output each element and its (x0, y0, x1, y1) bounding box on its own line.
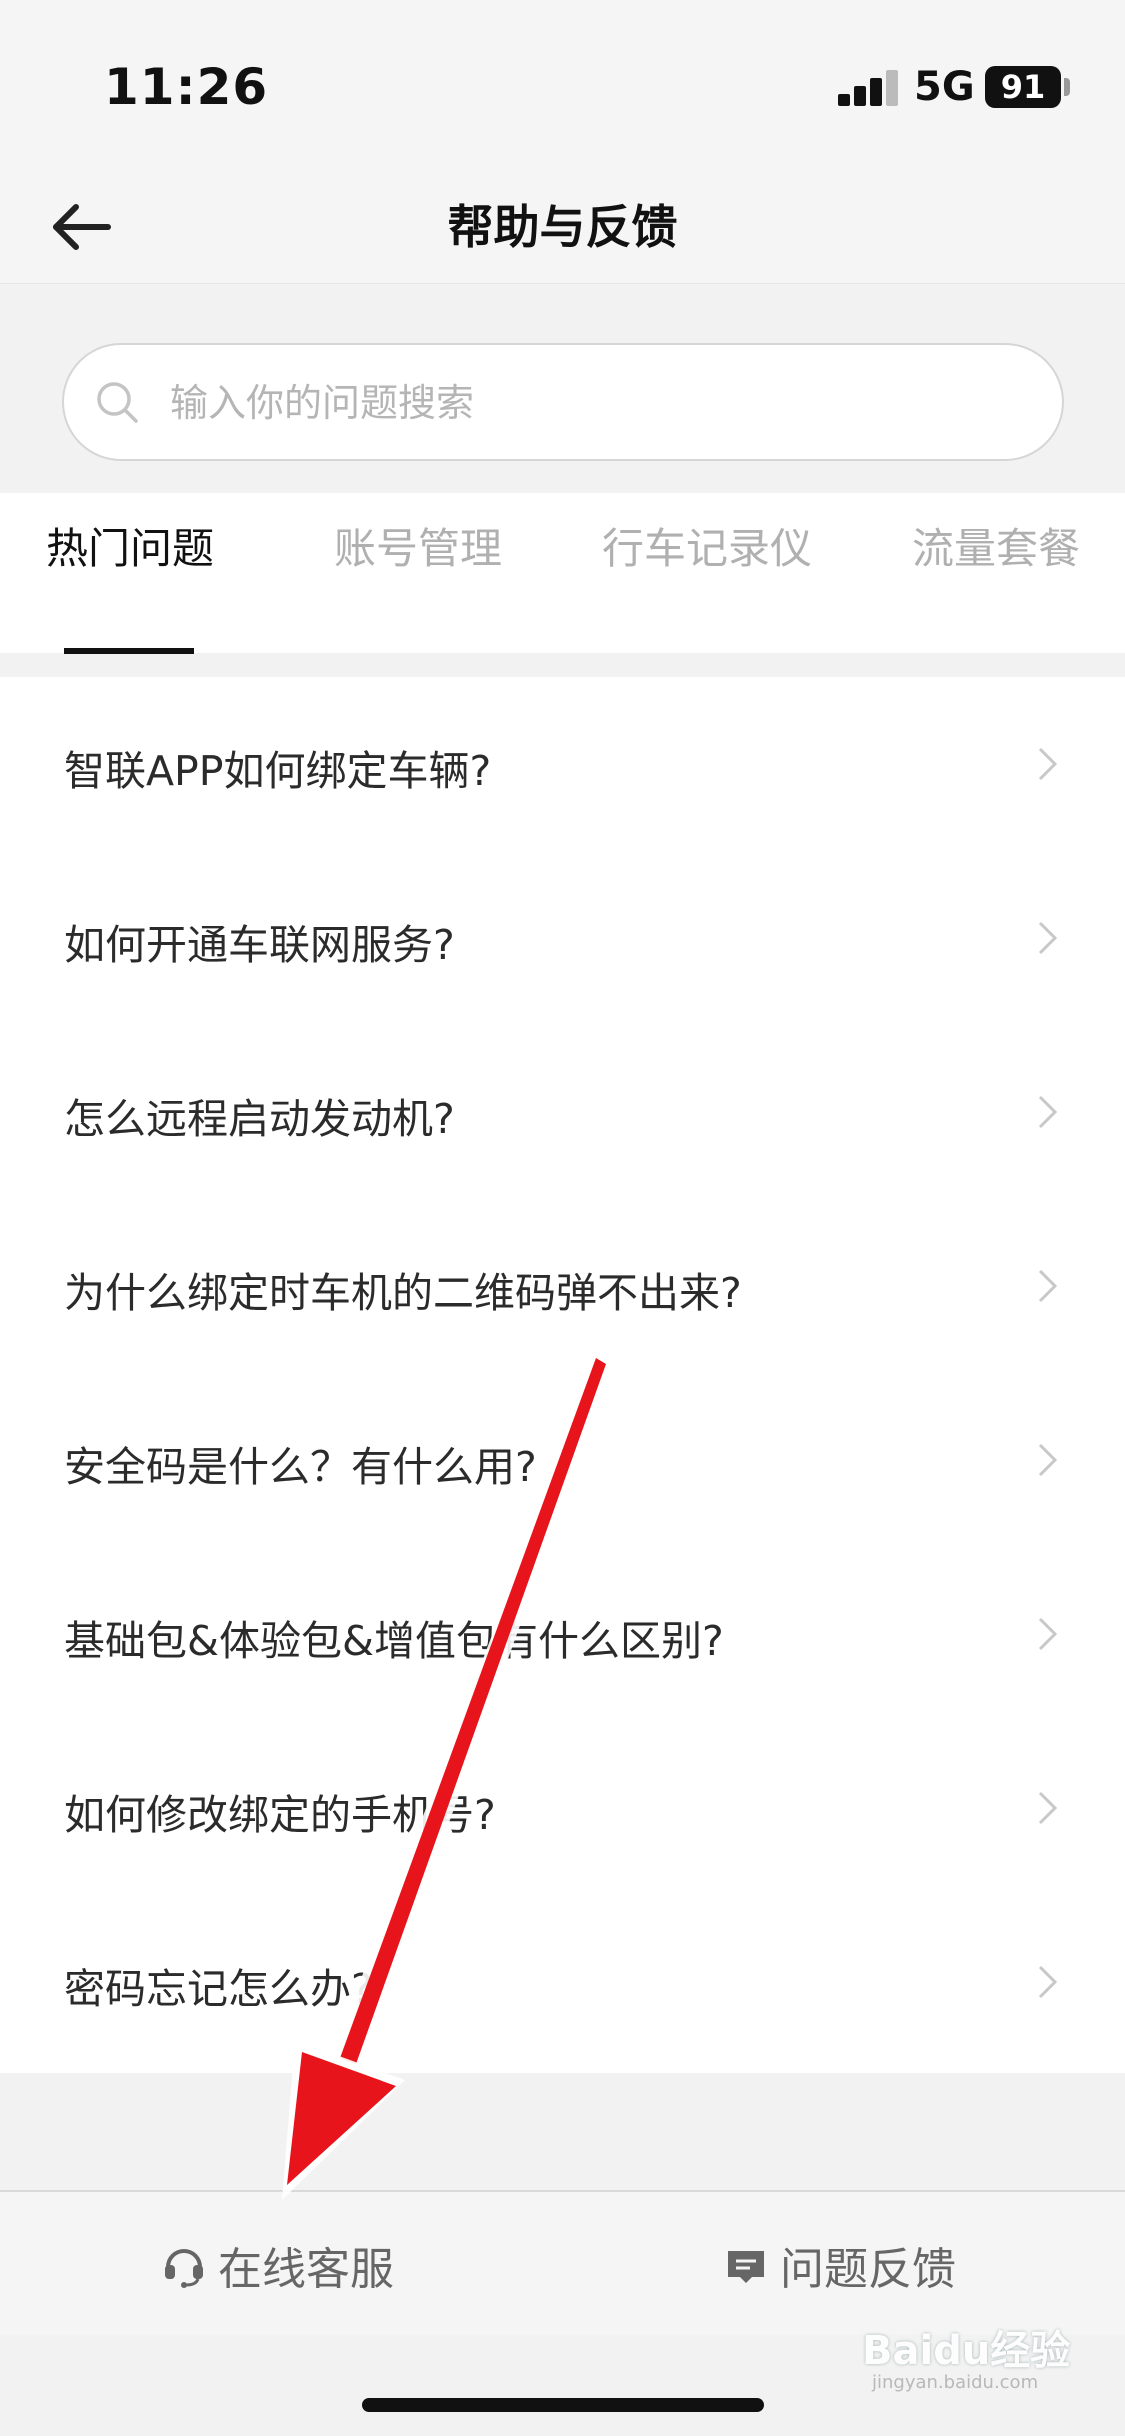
faq-item[interactable]: 为什么绑定时车机的二维码弹不出来? (0, 1199, 1125, 1373)
faq-question: 基础包&体验包&增值包有什么区别? (64, 1617, 724, 1665)
feedback-label: 问题反馈 (780, 2243, 956, 2295)
chevron-right-icon (1038, 1443, 1058, 1477)
search-icon (97, 382, 138, 423)
category-tabs: 热门问题 账号管理 行车记录仪 流量套餐 (0, 493, 1125, 654)
faq-item[interactable]: 如何修改绑定的手机号? (0, 1721, 1125, 1895)
faq-item[interactable]: 如何开通车联网服务? (0, 851, 1125, 1025)
status-time: 11:26 (104, 58, 269, 116)
faq-item[interactable]: 怎么远程启动发动机? (0, 1025, 1125, 1199)
faq-list: 智联APP如何绑定车辆? 如何开通车联网服务? 怎么远程启动发动机? 为什么绑定… (0, 677, 1125, 2073)
faq-question: 怎么远程启动发动机? (64, 1095, 455, 1143)
help-feedback-screen: 11:26 5G 91 帮助与反馈 输入你的问题搜索 热门问题 账号管理 行车记… (0, 0, 1125, 2436)
feedback-icon (728, 2250, 764, 2283)
faq-question: 智联APP如何绑定车辆? (64, 747, 492, 795)
status-bar: 11:26 5G 91 (0, 0, 1125, 170)
navigation-bar: 帮助与反馈 (0, 170, 1125, 284)
headset-icon (165, 2248, 203, 2288)
feedback-button[interactable]: 问题反馈 (722, 2192, 956, 2337)
tab-hot-questions[interactable]: 热门问题 (46, 515, 214, 576)
faq-question: 如何开通车联网服务? (64, 921, 455, 969)
network-type: 5G (914, 64, 975, 110)
search-input[interactable] (170, 375, 1030, 431)
tab-account-management[interactable]: 账号管理 (334, 515, 502, 576)
faq-item[interactable]: 智联APP如何绑定车辆? (0, 677, 1125, 851)
faq-question: 密码忘记怎么办? (64, 1965, 373, 2013)
signal-strength-icon (838, 70, 900, 106)
battery-cap (1064, 78, 1070, 96)
chevron-right-icon (1038, 1791, 1058, 1825)
chevron-right-icon (1038, 1095, 1058, 1129)
battery-icon: 91 (985, 66, 1061, 108)
chevron-right-icon (1038, 1617, 1058, 1651)
bottom-action-bar: 在线客服 问题反馈 (0, 2190, 1125, 2335)
faq-question: 为什么绑定时车机的二维码弹不出来? (64, 1269, 742, 1317)
baidu-watermark-url: jingyan.baidu.com (872, 2372, 1039, 2393)
home-indicator (362, 2398, 764, 2412)
tab-data-plan[interactable]: 流量套餐 (912, 515, 1080, 576)
page-title: 帮助与反馈 (447, 200, 678, 254)
chevron-right-icon (1038, 921, 1058, 955)
faq-item[interactable]: 基础包&体验包&增值包有什么区别? (0, 1547, 1125, 1721)
chevron-right-icon (1038, 747, 1058, 781)
chevron-right-icon (1038, 1269, 1058, 1303)
online-service-label: 在线客服 (218, 2243, 394, 2295)
tab-active-indicator (64, 648, 194, 654)
search-box[interactable] (62, 343, 1064, 461)
battery-level: 91 (1000, 68, 1046, 106)
chevron-right-icon (1038, 1965, 1058, 1999)
back-arrow-icon (53, 204, 111, 250)
faq-item[interactable]: 密码忘记怎么办? (0, 1895, 1125, 2069)
back-button[interactable] (40, 192, 120, 262)
baidu-watermark: Baidu经验 (862, 2328, 1071, 2374)
faq-question: 安全码是什么？有什么用? (64, 1443, 537, 1491)
tab-dashcam[interactable]: 行车记录仪 (602, 515, 812, 576)
faq-question: 如何修改绑定的手机号? (64, 1791, 496, 1839)
search-area (0, 285, 1125, 493)
faq-item[interactable]: 安全码是什么？有什么用? (0, 1373, 1125, 1547)
online-service-button[interactable]: 在线客服 (160, 2192, 394, 2337)
